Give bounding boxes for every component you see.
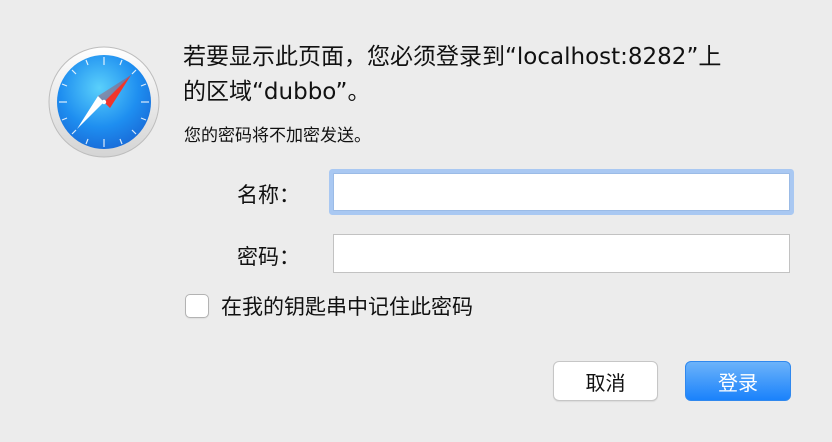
login-button[interactable]: 登录 bbox=[685, 361, 791, 401]
cancel-button[interactable]: 取消 bbox=[553, 361, 658, 401]
auth-dialog: 若要显示此页面，您必须登录到“localhost:8282”上 的区域“dubb… bbox=[0, 0, 832, 442]
security-info-text: 您的密码将不加密发送。 bbox=[184, 126, 371, 146]
name-label: 名称： bbox=[237, 183, 300, 207]
remember-password-option[interactable]: 在我的钥匙串中记住此密码 bbox=[185, 290, 473, 322]
password-field[interactable] bbox=[333, 234, 790, 273]
remember-checkbox[interactable] bbox=[185, 294, 209, 318]
message-line-2: 的区域“dubbo”。 bbox=[183, 79, 371, 105]
safari-compass-icon bbox=[48, 46, 160, 158]
password-label: 密码： bbox=[237, 245, 300, 269]
dialog-message: 若要显示此页面，您必须登录到“localhost:8282”上 的区域“dubb… bbox=[183, 40, 803, 110]
message-line-1: 若要显示此页面，您必须登录到“localhost:8282”上 bbox=[183, 44, 722, 70]
name-field[interactable] bbox=[333, 173, 790, 211]
remember-label: 在我的钥匙串中记住此密码 bbox=[221, 295, 473, 319]
